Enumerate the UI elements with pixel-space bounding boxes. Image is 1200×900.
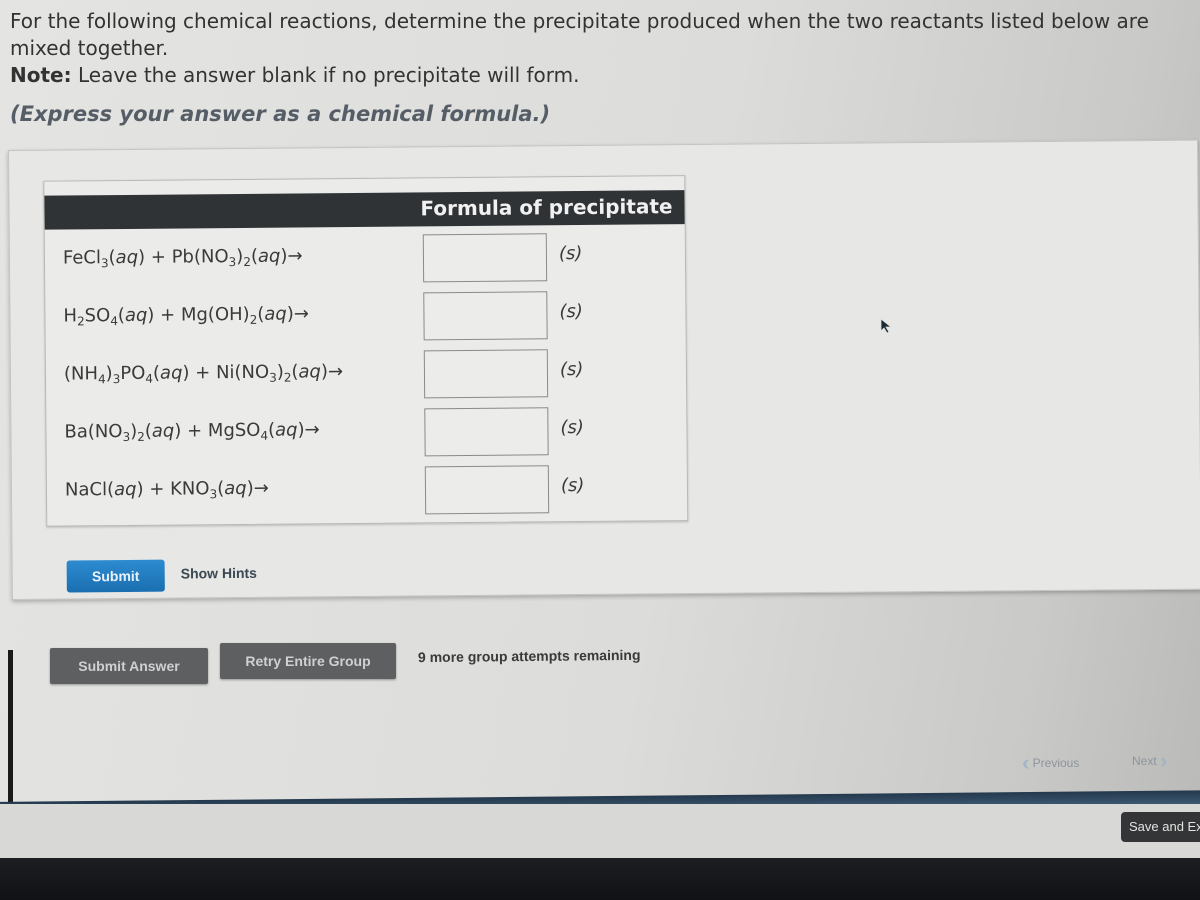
save-and-exit-button[interactable]: Save and Exit (1121, 812, 1200, 842)
note-body: Leave the answer blank if no precipitate… (71, 63, 580, 87)
attempts-remaining: 9 more group attempts remaining (417, 646, 641, 666)
note-text: Note: Leave the answer blank if no preci… (10, 62, 1190, 89)
table-header: Formula of precipitate (44, 190, 685, 230)
monitor-bezel (0, 858, 1200, 900)
table-row: (NH4)3PO4(aq) + Ni(NO3)2(aq)→ (s) (46, 344, 686, 404)
mouse-cursor-icon (880, 318, 893, 334)
table-row: NaCl(aq) + KNO3(aq)→ (s) (47, 460, 687, 520)
instructions-text: For the following chemical reactions, de… (10, 9, 1149, 60)
retry-entire-group-button[interactable]: Retry Entire Group (220, 643, 396, 679)
state-label: (s) (559, 358, 584, 381)
state-label: (s) (558, 242, 583, 265)
state-label: (s) (560, 474, 585, 497)
show-hints-link[interactable]: Show Hints (181, 565, 257, 582)
reaction-equation: Ba(NO3)2(aq) + MgSO4(aq)→ (64, 419, 320, 445)
reaction-table: Formula of precipitate FeCl3(aq) + Pb(NO… (43, 175, 689, 527)
chevron-right-icon: › (1160, 748, 1168, 773)
question-panel: Formula of precipitate FeCl3(aq) + Pb(NO… (8, 139, 1200, 600)
next-button[interactable]: Next › (1132, 748, 1167, 774)
precipitate-input[interactable] (423, 349, 549, 399)
previous-button[interactable]: ‹ Previous (1022, 750, 1079, 776)
footer-bar (0, 804, 1200, 860)
previous-label: Previous (1032, 756, 1080, 770)
instructions: For the following chemical reactions, de… (10, 8, 1190, 128)
reaction-equation: (NH4)3PO4(aq) + Ni(NO3)2(aq)→ (63, 361, 344, 387)
express-hint: (Express your answer as a chemical formu… (10, 102, 551, 126)
reaction-equation: NaCl(aq) + KNO3(aq)→ (64, 477, 269, 502)
precipitate-input[interactable] (424, 465, 550, 515)
precipitate-input[interactable] (422, 233, 548, 283)
table-row: FeCl3(aq) + Pb(NO3)2(aq)→ (s) (45, 228, 685, 288)
reaction-equation: FeCl3(aq) + Pb(NO3)2(aq)→ (62, 245, 303, 271)
submit-answer-button[interactable]: Submit Answer (50, 648, 208, 684)
chevron-left-icon: ‹ (1022, 750, 1030, 775)
next-label: Next (1132, 754, 1157, 768)
note-label: Note: (10, 63, 72, 87)
state-label: (s) (559, 300, 583, 323)
table-row: H2SO4(aq) + Mg(OH)2(aq)→ (s) (45, 286, 685, 346)
precipitate-input[interactable] (424, 407, 549, 457)
state-label: (s) (560, 416, 584, 439)
window-edge (8, 650, 13, 810)
precipitate-input[interactable] (423, 291, 548, 341)
submit-button[interactable]: Submit (66, 559, 165, 593)
column-header-formula: Formula of precipitate (420, 194, 673, 221)
reaction-equation: H2SO4(aq) + Mg(OH)2(aq)→ (63, 303, 309, 329)
table-row: Ba(NO3)2(aq) + MgSO4(aq)→ (s) (46, 402, 686, 462)
